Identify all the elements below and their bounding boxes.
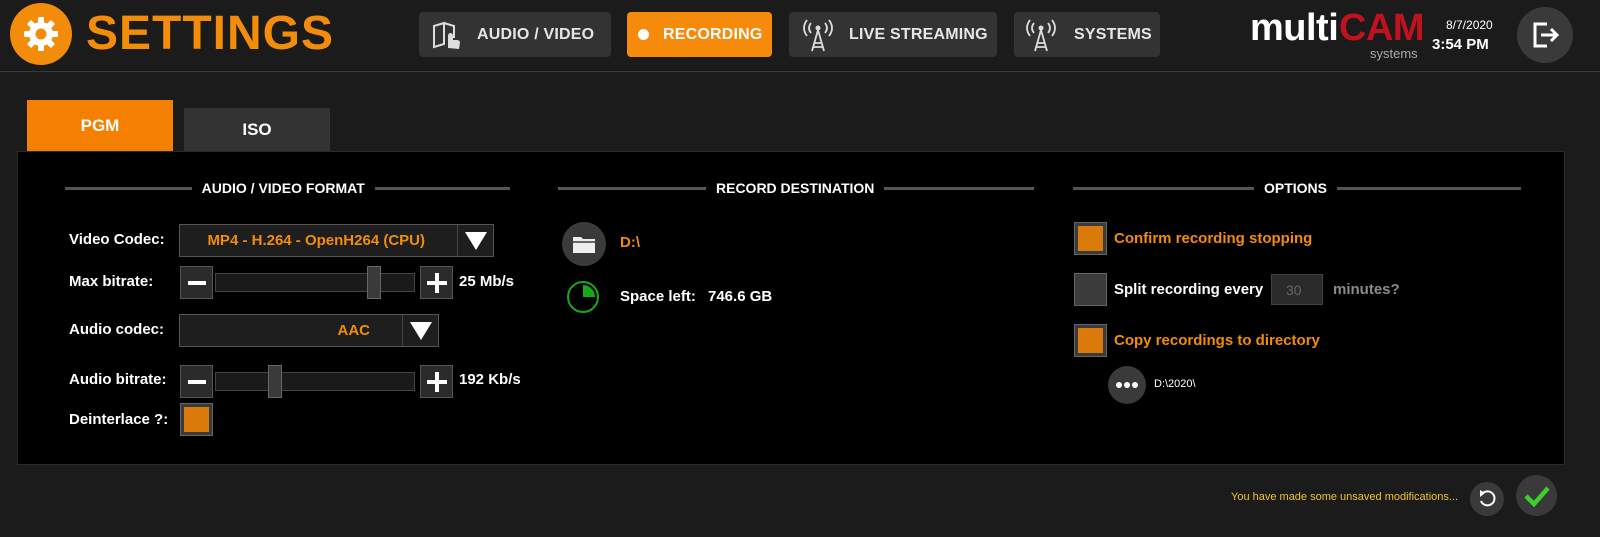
settings-window: SETTINGS AUDIO / VIDEO RECORDING LIVE ST… — [0, 0, 1600, 537]
unsaved-modifications-message: You have made some unsaved modifications… — [1231, 491, 1459, 503]
more-dots-icon — [1116, 382, 1138, 388]
nav-tab-audio-video[interactable]: AUDIO / VIDEO — [419, 12, 611, 57]
minus-icon — [187, 280, 206, 285]
copy-recordings-checkbox[interactable] — [1074, 324, 1107, 357]
nav-tab-live-streaming[interactable]: LIVE STREAMING — [789, 12, 997, 57]
logo-text-systems: systems — [1370, 46, 1418, 61]
section-format-label: AUDIO / VIDEO FORMAT — [201, 180, 365, 196]
current-date: 8/7/2020 — [1446, 18, 1493, 32]
tab-iso[interactable]: ISO — [184, 108, 330, 151]
section-destination-label: RECORD DESTINATION — [716, 180, 875, 196]
browse-copy-directory-button[interactable] — [1108, 366, 1146, 404]
audio-bitrate-minus-button[interactable] — [180, 365, 213, 398]
plus-icon — [426, 272, 447, 293]
max-bitrate-value: 25 Mb/s — [459, 273, 515, 290]
space-left-value: 746.6 GB — [708, 288, 773, 305]
deinterlace-label: Deinterlace ?: — [69, 411, 169, 428]
exit-icon — [1533, 22, 1560, 48]
tab-pgm[interactable]: PGM — [27, 100, 173, 151]
chevron-down-icon — [457, 225, 493, 256]
audio-bitrate-slider-thumb[interactable] — [268, 365, 282, 398]
max-bitrate-slider[interactable] — [215, 266, 415, 299]
audio-codec-select[interactable]: AAC — [179, 314, 439, 347]
audio-bitrate-plus-button[interactable] — [420, 365, 453, 398]
disk-space-pie-icon — [566, 280, 600, 314]
nav-label-live-streaming: LIVE STREAMING — [849, 25, 988, 43]
logo-text-cam: CAM — [1339, 7, 1425, 49]
revert-button[interactable] — [1470, 482, 1504, 516]
current-time: 3:54 PM — [1432, 36, 1489, 53]
nav-tab-systems[interactable]: SYSTEMS — [1014, 12, 1160, 57]
record-dot-icon — [637, 28, 650, 41]
copy-directory-path: D:\2020\ — [1154, 378, 1196, 390]
settings-panel: AUDIO / VIDEO FORMAT Video Codec: MP4 - … — [17, 151, 1565, 465]
audio-bitrate-label: Audio bitrate: — [69, 371, 167, 388]
minus-icon — [187, 379, 206, 384]
folder-icon — [573, 237, 595, 253]
max-bitrate-slider-thumb[interactable] — [367, 266, 381, 299]
split-minutes-input[interactable] — [1271, 274, 1323, 305]
section-options-title: OPTIONS — [1073, 180, 1537, 196]
plus-icon — [426, 371, 447, 392]
confirm-stop-checkbox[interactable] — [1074, 222, 1107, 255]
video-codec-select[interactable]: MP4 - H.264 - OpenH264 (CPU) — [179, 224, 494, 257]
browse-destination-button[interactable] — [562, 222, 606, 266]
book-hand-icon — [429, 18, 463, 52]
split-recording-checkbox[interactable] — [1074, 273, 1107, 306]
copy-recordings-label: Copy recordings to directory — [1114, 332, 1320, 349]
undo-icon — [1480, 490, 1496, 507]
nav-label-audio-video: AUDIO / VIDEO — [477, 25, 595, 43]
audio-bitrate-slider[interactable] — [215, 365, 415, 398]
section-format-title: AUDIO / VIDEO FORMAT — [65, 180, 510, 196]
antenna-icon — [1024, 17, 1058, 53]
audio-bitrate-value: 192 Kb/s — [459, 371, 521, 388]
max-bitrate-label: Max bitrate: — [69, 273, 154, 290]
audio-codec-label: Audio codec: — [69, 321, 165, 338]
apply-button[interactable] — [1516, 475, 1557, 516]
multicam-logo: multi CAM systems — [1250, 5, 1425, 61]
section-destination-title: RECORD DESTINATION — [558, 180, 1045, 196]
antenna-icon — [801, 17, 835, 53]
confirm-stop-label: Confirm recording stopping — [1114, 230, 1313, 247]
nav-label-recording: RECORDING — [663, 25, 763, 43]
video-codec-label: Video Codec: — [69, 231, 165, 248]
nav-label-systems: SYSTEMS — [1074, 25, 1152, 43]
exit-button[interactable] — [1517, 7, 1573, 63]
deinterlace-checkbox[interactable] — [180, 403, 213, 436]
nav-tab-recording[interactable]: RECORDING — [627, 12, 772, 57]
max-bitrate-minus-button[interactable] — [180, 266, 213, 299]
destination-path: D:\ — [620, 234, 640, 251]
page-title: SETTINGS — [86, 7, 335, 60]
settings-gear-icon — [10, 3, 72, 65]
split-minutes-suffix: minutes? — [1333, 281, 1400, 298]
section-options-label: OPTIONS — [1264, 180, 1328, 196]
video-codec-value: MP4 - H.264 - OpenH264 (CPU) — [207, 232, 425, 249]
chevron-down-icon — [402, 315, 438, 346]
split-recording-label: Split recording every — [1114, 281, 1264, 298]
max-bitrate-plus-button[interactable] — [420, 266, 453, 299]
logo-text-multi: multi — [1250, 7, 1339, 49]
audio-codec-value: AAC — [337, 322, 371, 339]
space-left-label: Space left: — [620, 288, 696, 305]
header-bar: SETTINGS AUDIO / VIDEO RECORDING LIVE ST… — [0, 0, 1600, 72]
checkmark-icon — [1523, 486, 1550, 507]
